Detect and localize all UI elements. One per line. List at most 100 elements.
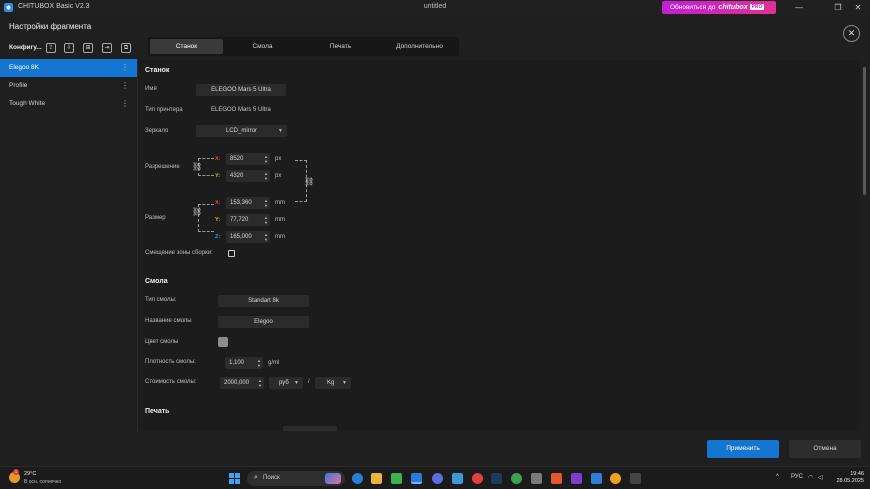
resin-cost-label: Стоимость смолы: — [145, 379, 197, 385]
res-y-value: 4320 — [230, 173, 244, 179]
green-app-icon[interactable] — [391, 473, 402, 484]
profile-item-tough-white[interactable]: Tough White ⋮ — [0, 95, 137, 113]
resin-name-label: Название смолы — [145, 318, 192, 324]
download-icon[interactable]: ⇩ — [64, 43, 74, 53]
cost-slash: / — [308, 379, 310, 385]
wifi-icon[interactable]: ◠ — [808, 474, 813, 481]
steam-icon[interactable] — [491, 473, 502, 484]
resin-color-swatch[interactable] — [218, 337, 228, 347]
tab-advanced[interactable]: Дополнительно — [382, 39, 457, 54]
stepper-arrows-icon[interactable]: ▲ ▼ — [258, 378, 262, 388]
res-x-input[interactable]: 8520 ▲ ▼ — [226, 153, 270, 165]
machine-name-input[interactable]: ELEGOO Mars 5 Ultra — [196, 84, 286, 96]
more-icon[interactable]: ⋮ — [121, 59, 129, 77]
window-close-button[interactable]: ✕ — [848, 1, 868, 14]
telegram-icon[interactable] — [452, 473, 463, 484]
tab-resin[interactable]: Смола — [226, 39, 299, 54]
printer-type-label: Тип принтера — [145, 107, 183, 113]
export-icon[interactable]: ⇥ — [102, 43, 112, 53]
resin-density-input[interactable]: 1,100 ▲ ▼ — [225, 357, 263, 369]
size-y-input[interactable]: 77,720 ▲ ▼ — [226, 214, 270, 226]
mirror-select[interactable]: LCD_mirror ▼ — [196, 125, 287, 137]
add-profile-icon[interactable]: ⊞ — [83, 43, 93, 53]
chevron-down-icon: ▼ — [294, 380, 299, 386]
dialog-close-button[interactable]: ✕ — [843, 25, 860, 42]
notification-badge: 1 — [13, 469, 19, 475]
copy-icon[interactable]: ⧉ — [121, 43, 131, 53]
size-x-input[interactable]: 153,360 ▲ ▼ — [226, 197, 270, 209]
stepper-arrows-icon[interactable]: ▲ ▼ — [264, 171, 268, 181]
discord-icon[interactable] — [432, 473, 443, 484]
blue-app-icon[interactable] — [591, 473, 602, 484]
maximize-button[interactable]: ❐ — [828, 1, 848, 14]
link-icon[interactable]: ⛓ — [192, 207, 202, 216]
resin-color-label: Цвет смолы — [145, 339, 179, 345]
volume-icon[interactable]: ◁ — [818, 474, 823, 481]
clock[interactable]: 19:46 28.05.2025 — [832, 471, 864, 485]
app-logo-icon — [4, 3, 13, 12]
resin-cost-input[interactable]: 2000,000 ▲ ▼ — [220, 377, 264, 389]
orange-app-icon[interactable] — [610, 473, 621, 484]
settings-tabs: Станок Смола Печать Дополнительно — [148, 37, 459, 56]
weight-unit-select[interactable]: Kg ▼ — [315, 377, 351, 389]
upgrade-label: Обновиться до — [670, 4, 716, 11]
whatsapp-icon[interactable] — [511, 473, 522, 484]
size-z-input[interactable]: 165,000 ▲ ▼ — [226, 231, 270, 243]
size-z-value: 165,000 — [230, 234, 252, 240]
build-offset-checkbox[interactable] — [228, 250, 235, 257]
weather-description[interactable]: В осн. солнечно — [24, 479, 61, 485]
res-y-axis: Y: — [215, 173, 221, 179]
search-placeholder: Поиск — [263, 475, 280, 481]
resin-type-input[interactable]: Standart 8k — [218, 295, 309, 307]
keyboard-language[interactable]: РУС — [791, 474, 803, 480]
size-x-axis: X: — [215, 200, 221, 206]
purple-app-icon[interactable] — [571, 473, 582, 484]
size-label: Размер — [145, 215, 166, 221]
misc-app-icon[interactable] — [630, 473, 641, 484]
weather-temperature[interactable]: 29°C — [24, 471, 36, 477]
res-y-unit: px — [275, 173, 282, 179]
build-offset-label: Смещение зоны сборки: — [145, 250, 213, 256]
stepper-arrows-icon[interactable]: ▲ ▼ — [264, 154, 268, 164]
currency-value: руб — [279, 380, 289, 386]
resin-name-input[interactable]: Elegoo — [218, 316, 309, 328]
profile-item-elegoo-8k[interactable]: Elegoo 8K ⋮ — [0, 59, 137, 77]
app-title: CHITUBOX Basic V2.3 — [18, 3, 90, 10]
cancel-button[interactable]: Отмена — [789, 440, 861, 458]
content-scrollbar[interactable] — [863, 67, 866, 195]
stepper-arrows-icon[interactable]: ▲ ▼ — [257, 358, 261, 368]
tray-chevron-icon[interactable]: ^ — [776, 474, 779, 480]
stepper-arrows-icon[interactable]: ▲ ▼ — [264, 215, 268, 225]
tab-machine[interactable]: Станок — [150, 39, 223, 54]
taskbar-search[interactable]: ⌕ Поиск — [247, 471, 345, 486]
search-highlight-icon — [325, 473, 341, 484]
more-icon[interactable]: ⋮ — [121, 77, 129, 95]
chevron-down-icon: ▼ — [278, 128, 283, 134]
profile-name: Tough White — [9, 100, 46, 107]
upgrade-button[interactable]: Обновиться до chitubox PRO — [662, 1, 776, 14]
file-explorer-icon[interactable] — [371, 473, 382, 484]
profile-item-profile[interactable]: Profile ⋮ — [0, 77, 137, 95]
upload-icon[interactable]: ⇪ — [46, 43, 56, 53]
tab-print[interactable]: Печать — [304, 39, 377, 54]
start-windows-icon[interactable] — [229, 473, 240, 484]
link-icon[interactable]: ⛓ — [304, 177, 314, 186]
yandex-browser-icon[interactable] — [472, 473, 483, 484]
photos-icon[interactable] — [531, 473, 542, 484]
more-icon[interactable]: ⋮ — [121, 95, 129, 113]
weight-unit-value: Kg — [327, 380, 335, 386]
res-x-value: 8520 — [230, 156, 244, 162]
size-y-value: 77,720 — [230, 217, 249, 223]
print-setting-input[interactable] — [283, 426, 337, 431]
edge-browser-icon[interactable] — [352, 473, 363, 484]
link-icon[interactable]: ⛓ — [192, 162, 202, 171]
res-y-input[interactable]: 4320 ▲ ▼ — [226, 170, 270, 182]
chitubox-taskbar-icon[interactable] — [411, 473, 422, 484]
currency-select[interactable]: руб ▼ — [269, 377, 303, 389]
stepper-arrows-icon[interactable]: ▲ ▼ — [264, 198, 268, 208]
apply-button[interactable]: Применить — [707, 440, 779, 458]
stepper-arrows-icon[interactable]: ▲ ▼ — [264, 232, 268, 242]
machine-section-title: Станок — [145, 67, 170, 74]
minimize-button[interactable]: — — [789, 1, 809, 14]
brave-browser-icon[interactable] — [551, 473, 562, 484]
